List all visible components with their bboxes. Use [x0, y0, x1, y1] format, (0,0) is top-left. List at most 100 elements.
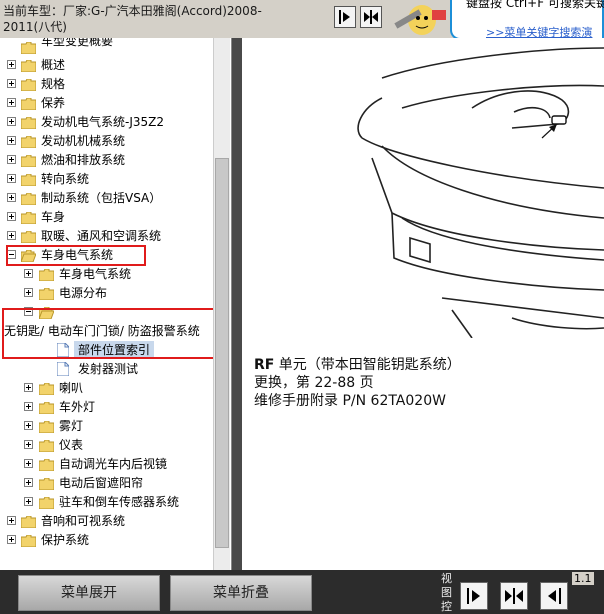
- folder-icon: [38, 287, 55, 301]
- tree-item[interactable]: 喇叭: [0, 379, 212, 397]
- expand-icon[interactable]: [7, 98, 16, 107]
- expand-icon[interactable]: [7, 155, 16, 164]
- view-left-button[interactable]: [460, 582, 488, 610]
- expand-icon[interactable]: [7, 535, 16, 544]
- expand-icon[interactable]: [24, 402, 33, 411]
- tree-item-label: 规格: [41, 77, 66, 91]
- folder-icon: [38, 401, 55, 415]
- tree-item-label: 车身电气系统: [59, 267, 132, 281]
- tree-item[interactable]: 规格: [0, 75, 212, 93]
- expand-icon[interactable]: [7, 60, 16, 69]
- tree-item[interactable]: 转向系统: [0, 170, 212, 188]
- folder-icon: [20, 97, 37, 111]
- tree-item[interactable]: 车身电气系统: [0, 265, 212, 283]
- expand-icon[interactable]: [7, 193, 16, 202]
- folder-icon: [20, 116, 37, 130]
- expand-icon[interactable]: [24, 288, 33, 297]
- tree-item[interactable]: 自动调光车内后视镜: [0, 455, 212, 473]
- caption-line-2: 更换，第 22-88 页: [254, 375, 374, 391]
- tree-item-label: 车外灯: [59, 400, 96, 414]
- tree-item-label: 保养: [41, 96, 66, 110]
- tree-item[interactable]: 概述: [0, 56, 212, 74]
- folder-icon: [20, 135, 37, 149]
- tree-item[interactable]: 音响和可视系统: [0, 512, 212, 530]
- folder-icon: [20, 211, 37, 225]
- tip-box: 键盘按 Ctrl+F 可搜索关键字！ >>菜单关键字搜索演: [450, 0, 604, 40]
- expand-icon[interactable]: [7, 79, 16, 88]
- tree-item-label: 发射器测试: [78, 362, 139, 376]
- part-caption: RF 单元（带本田智能钥匙系统） 更换，第 22-88 页 维修手册附录 P/N…: [254, 356, 461, 410]
- tree-item-label: 概述: [41, 58, 66, 72]
- mascot-icon: [394, 5, 446, 35]
- tree-item[interactable]: 电源分布: [0, 284, 212, 302]
- expand-icon[interactable]: [7, 117, 16, 126]
- pane-splitter[interactable]: [232, 38, 242, 570]
- folder-icon: [38, 477, 55, 491]
- split-arrows-icon: [364, 10, 378, 24]
- expand-menu-button[interactable]: 菜单展开: [18, 575, 160, 611]
- tree-item[interactable]: 发动机机械系统: [0, 132, 212, 150]
- menu-tree: 车型变更概要 概述 规格 保养 发动机电气系统-J35Z2 发动机机械系统 燃油…: [0, 38, 232, 570]
- expand-icon[interactable]: [7, 231, 16, 240]
- expand-icon[interactable]: [24, 421, 33, 430]
- view-right-button[interactable]: [540, 582, 568, 610]
- tree-item[interactable]: 车身: [0, 208, 212, 226]
- nav-next-button[interactable]: [334, 6, 356, 28]
- folder-icon: [20, 78, 37, 92]
- tree-item-label: 发动机电气系统-J35Z2: [41, 115, 164, 129]
- tree-item-label: 燃油和排放系统: [41, 153, 126, 167]
- expand-icon[interactable]: [24, 440, 33, 449]
- caption-line-1: RF 单元（带本田智能钥匙系统）: [254, 356, 461, 374]
- expand-icon[interactable]: [24, 459, 33, 468]
- tree-item[interactable]: 仪表: [0, 436, 212, 454]
- folder-icon: [38, 458, 55, 472]
- expand-icon[interactable]: [24, 478, 33, 487]
- tree-item-label: 制动系统（包括VSA）: [41, 191, 162, 205]
- folder-icon: [20, 534, 37, 548]
- expand-icon[interactable]: [7, 174, 16, 183]
- folder-icon: [38, 268, 55, 282]
- expand-icon[interactable]: [24, 383, 33, 392]
- scrollbar-thumb[interactable]: [215, 158, 229, 548]
- folder-icon: [20, 41, 37, 55]
- tree-item[interactable]: 制动系统（包括VSA）: [0, 189, 212, 207]
- folder-icon: [20, 154, 37, 168]
- tree-item[interactable]: 燃油和排放系统: [0, 151, 212, 169]
- tree-item[interactable]: 电动后窗遮阳帘: [0, 474, 212, 492]
- tree-item-label: 喇叭: [59, 381, 84, 395]
- folder-icon: [20, 192, 37, 206]
- expand-icon[interactable]: [7, 516, 16, 525]
- nav-split-button[interactable]: [360, 6, 382, 28]
- split-arrows-icon: [505, 588, 523, 604]
- tree-item[interactable]: 驻车和倒车传感器系统: [0, 493, 212, 511]
- arrow-right-icon: [339, 10, 350, 24]
- diagram-pane: RF 单元（带本田智能钥匙系统） 更换，第 22-88 页 维修手册附录 P/N…: [242, 38, 604, 570]
- expand-icon[interactable]: [7, 212, 16, 221]
- folder-icon: [38, 496, 55, 510]
- tree-item[interactable]: 取暖、通风和空调系统: [0, 227, 212, 245]
- tree-item-label: 发动机机械系统: [41, 134, 126, 148]
- caption-line-3: 维修手册附录 P/N 62TA020W: [254, 393, 446, 409]
- tree-item-label: 仪表: [59, 438, 84, 452]
- tree-item[interactable]: 车型变更概要: [0, 38, 212, 56]
- expand-icon[interactable]: [7, 136, 16, 145]
- expand-icon[interactable]: [24, 269, 33, 278]
- top-bar: 当前车型：厂家:G-广汽本田雅阁(Accord)2008-2011(八代) 键盘…: [0, 0, 604, 40]
- folder-icon: [38, 439, 55, 453]
- car-model-label: 当前车型：厂家:G-广汽本田雅阁(Accord)2008-2011(八代): [3, 4, 262, 34]
- tree-item[interactable]: 发动机电气系统-J35Z2: [0, 113, 212, 131]
- arrow-left-icon: [548, 588, 561, 604]
- tree-item[interactable]: 保护系统: [0, 531, 212, 549]
- expand-icon[interactable]: [24, 497, 33, 506]
- tree-item[interactable]: 雾灯: [0, 417, 212, 435]
- tip-text: 键盘按 Ctrl+F 可搜索关键字！: [466, 0, 604, 10]
- tree-item-label: 车型变更概要: [41, 38, 114, 48]
- collapse-menu-button[interactable]: 菜单折叠: [170, 575, 312, 611]
- car-rear-illustration: [357, 47, 604, 338]
- tree-item-transmitter-test[interactable]: 发射器测试: [0, 360, 212, 378]
- tree-scrollbar[interactable]: [213, 38, 230, 570]
- tree-item[interactable]: 保养: [0, 94, 212, 112]
- tree-item-label: 车身: [41, 210, 66, 224]
- tree-item[interactable]: 车外灯: [0, 398, 212, 416]
- view-split-button[interactable]: [500, 582, 528, 610]
